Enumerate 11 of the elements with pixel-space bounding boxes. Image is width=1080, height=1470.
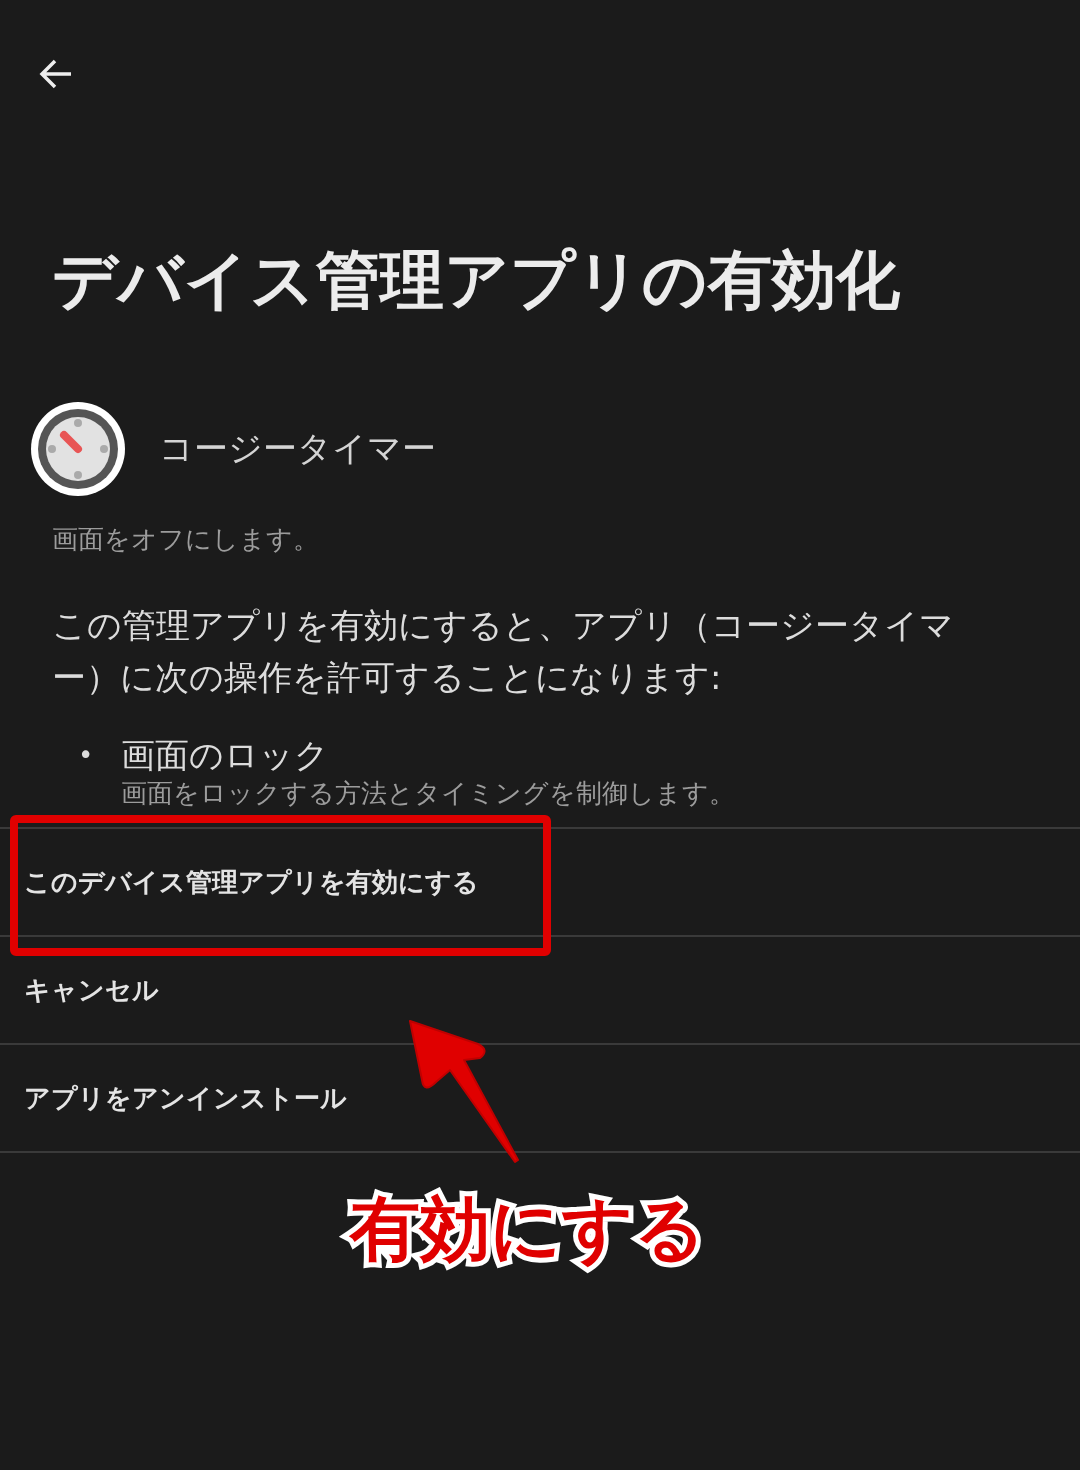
page-title: デバイス管理アプリの有効化 (52, 242, 901, 319)
permission-title: 画面のロック (121, 734, 331, 777)
app-description: 画面をオフにします。 (52, 523, 320, 556)
clock-icon (31, 402, 125, 496)
bullet: • (78, 739, 94, 772)
action-button[interactable]: キャンセル (0, 937, 183, 1043)
intro-text: この管理アプリを有効にすると、アプリ（コージータイマー）に次の操作を許可することになります: (52, 604, 955, 699)
action-button[interactable]: このデバイス管理アプリを有効にする (0, 829, 503, 935)
app-name: コージータイマー (159, 427, 436, 470)
action-button[interactable]: アプリをアンインストール (0, 1045, 371, 1151)
permission-detail: 画面をロックする方法とタイミングを制御します。 (121, 777, 736, 809)
